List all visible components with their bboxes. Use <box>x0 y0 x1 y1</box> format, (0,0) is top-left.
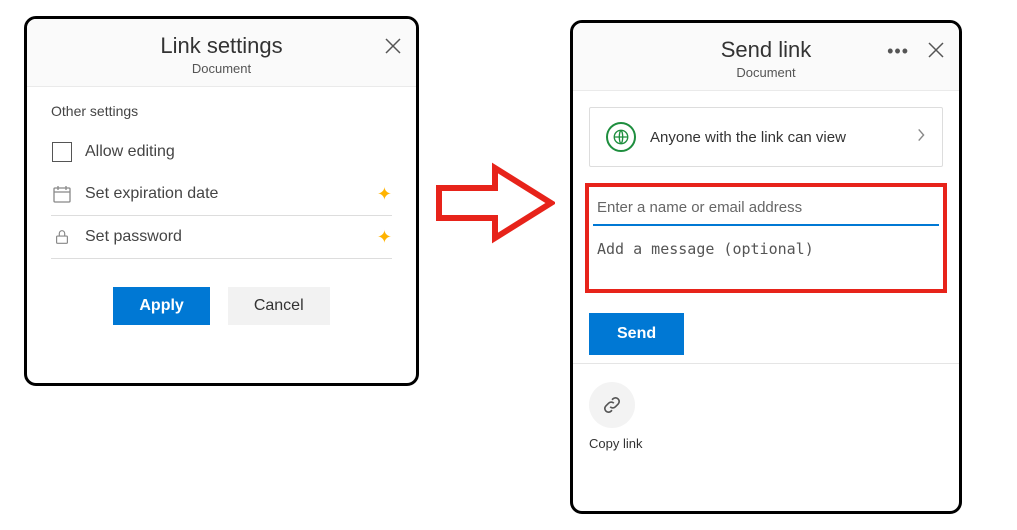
more-options-icon[interactable]: ••• <box>887 41 909 62</box>
apply-button[interactable]: Apply <box>113 287 209 325</box>
recipient-message-area <box>585 183 947 293</box>
link-settings-dialog: Link settings Document Other settings Al… <box>24 16 419 386</box>
recipient-input[interactable] <box>593 191 939 226</box>
send-row: Send <box>573 293 959 363</box>
globe-icon <box>606 122 636 152</box>
allow-editing-row[interactable]: Allow editing <box>51 131 392 173</box>
premium-star-icon: ✦ <box>377 184 392 205</box>
chevron-right-icon <box>917 128 926 147</box>
lock-icon <box>51 226 73 248</box>
link-settings-title: Link settings <box>39 33 404 59</box>
other-settings-heading: Other settings <box>51 103 392 119</box>
send-link-header: Send link Document ••• <box>573 23 959 91</box>
message-input[interactable] <box>593 226 939 270</box>
link-settings-body: Other settings Allow editing Set expirat… <box>27 87 416 341</box>
copy-link-button[interactable] <box>589 382 635 428</box>
link-settings-header: Link settings Document <box>27 19 416 87</box>
password-row[interactable]: Set password ✦ <box>51 216 392 259</box>
send-link-dialog: Send link Document ••• Anyone with the l… <box>570 20 962 514</box>
expiration-label: Set expiration date <box>85 185 218 203</box>
send-link-subtitle: Document <box>585 65 947 80</box>
allow-editing-label: Allow editing <box>85 143 175 161</box>
copy-link-section: Copy link <box>573 363 959 469</box>
send-button[interactable]: Send <box>589 313 684 355</box>
premium-star-icon: ✦ <box>377 227 392 248</box>
link-scope-label: Anyone with the link can view <box>650 129 846 146</box>
cancel-button[interactable]: Cancel <box>228 287 330 325</box>
copy-link-label: Copy link <box>589 436 943 451</box>
link-settings-subtitle: Document <box>39 61 404 76</box>
link-scope-selector[interactable]: Anyone with the link can view <box>589 107 943 167</box>
close-icon[interactable] <box>927 41 945 59</box>
calendar-icon <box>51 183 73 205</box>
checkbox-icon[interactable] <box>51 141 73 163</box>
expiration-row[interactable]: Set expiration date ✦ <box>51 173 392 216</box>
arrow-icon <box>435 160 555 246</box>
close-icon[interactable] <box>384 37 402 55</box>
button-row: Apply Cancel <box>51 287 392 325</box>
password-label: Set password <box>85 228 182 246</box>
